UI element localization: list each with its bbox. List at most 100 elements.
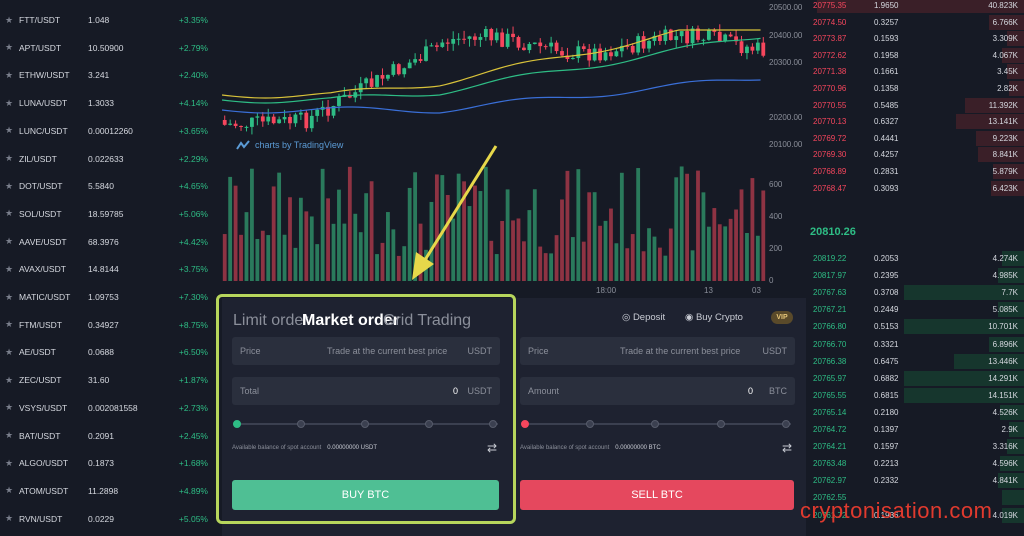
market-row[interactable]: ★ ATOM/USDT 11.2898 +4.89% [0,477,218,505]
market-row[interactable]: ★ FTM/USDT 0.34927 +8.75% [0,311,218,339]
candle-body [598,48,602,61]
market-row[interactable]: ★ DOT/USDT 5.5840 +4.65% [0,172,218,200]
sell-price-field[interactable]: Price Trade at the current best price US… [520,337,795,365]
market-price: 5.5840 [88,181,114,192]
sell-slider-handle[interactable] [521,420,529,428]
favorite-star-icon[interactable]: ★ [5,15,13,26]
favorite-star-icon[interactable]: ★ [5,208,13,219]
favorite-star-icon[interactable]: ★ [5,70,13,81]
favorite-star-icon[interactable]: ★ [5,430,13,441]
market-row[interactable]: ★ APT/USDT 10.50900 +2.79% [0,34,218,62]
book-total: 40.823K [988,1,1018,10]
bid-row[interactable]: 20764.72 0.1397 2.9K [806,421,1024,438]
book-qty: 0.2831 [874,167,899,176]
sell-slider-step-25[interactable] [586,420,594,428]
candle-body [723,34,728,42]
market-change: +2.29% [178,153,208,164]
favorite-star-icon[interactable]: ★ [5,513,13,524]
ask-row[interactable]: 20768.47 0.3093 6.423K [806,180,1024,197]
market-row[interactable]: ★ AVAX/USDT 14.8144 +3.75% [0,255,218,283]
favorite-star-icon[interactable]: ★ [5,319,13,330]
favorite-star-icon[interactable]: ★ [5,485,13,496]
market-row[interactable]: ★ ALGO/USDT 0.1873 +1.68% [0,449,218,477]
bid-row[interactable]: 20766.80 0.5153 10.701K [806,318,1024,335]
buy-crypto-link[interactable]: ◉ Buy Crypto [685,312,743,323]
bid-row[interactable]: 20817.97 0.2395 4.985K [806,267,1024,284]
price-axis: 20500.00 20400.00 20300.00 20200.00 2010… [766,0,806,295]
market-row[interactable]: ★ LUNA/USDT 1.3033 +4.14% [0,89,218,117]
market-row[interactable]: ★ MATIC/USDT 1.09753 +7.30% [0,283,218,311]
bid-row[interactable]: 20766.38 0.6475 13.446K [806,353,1024,370]
favorite-star-icon[interactable]: ★ [5,236,13,247]
candle-body [549,42,554,47]
ask-row[interactable]: 20770.55 0.5485 11.392K [806,97,1024,114]
market-row[interactable]: ★ BAT/USDT 0.2091 +2.45% [0,422,218,450]
ask-row[interactable]: 20769.72 0.4441 9.223K [806,130,1024,147]
ask-row[interactable]: 20769.30 0.4257 8.841K [806,146,1024,163]
sell-price-placeholder: Trade at the current best price [620,346,741,356]
ask-row[interactable]: 20775.35 1.9650 40.823K [806,0,1024,14]
ask-row[interactable]: 20773.87 0.1593 3.309K [806,30,1024,47]
favorite-star-icon[interactable]: ★ [5,125,13,136]
bid-row[interactable]: 20765.14 0.2180 4.526K [806,404,1024,421]
market-row[interactable]: ★ LUNC/USDT 0.00012260 +3.65% [0,117,218,145]
favorite-star-icon[interactable]: ★ [5,458,13,469]
ask-row[interactable]: 20770.96 0.1358 2.82K [806,80,1024,97]
bid-row[interactable]: 20765.97 0.6882 14.291K [806,370,1024,387]
ask-row[interactable]: 20772.62 0.1958 4.067K [806,47,1024,64]
sell-amount-field[interactable]: Amount 0 BTC [520,377,795,405]
volume-bar [652,236,657,281]
book-qty: 0.1661 [874,67,899,77]
volume-bar [592,192,597,281]
market-price: 1.09753 [88,292,119,302]
ask-row[interactable]: 20768.89 0.2831 5.879K [806,163,1024,180]
bid-row[interactable]: 20764.21 0.1597 3.316K [806,438,1024,455]
market-row[interactable]: ★ VSYS/USDT 0.002081558 +2.73% [0,394,218,422]
volume-bar [690,250,695,281]
volume-tick: 600 [769,180,783,189]
sell-percent-slider[interactable] [521,419,791,429]
favorite-star-icon[interactable]: ★ [5,98,13,109]
market-row[interactable]: ★ AE/USDT 0.0688 +6.50% [0,338,218,366]
volume-bar [228,176,233,281]
favorite-star-icon[interactable]: ★ [5,42,13,53]
candle-body [386,74,390,79]
sell-slider-step-50[interactable] [651,420,659,428]
buy-crypto-label: Buy Crypto [695,312,743,323]
bid-row[interactable]: 20762.97 0.2332 4.841K [806,472,1024,489]
market-row[interactable]: ★ AAVE/USDT 68.3976 +4.42% [0,228,218,256]
vip-badge[interactable]: VIP [771,311,793,324]
ask-row[interactable]: 20771.38 0.1661 3.45K [806,63,1024,80]
bid-row[interactable]: 20767.21 0.2449 5.085K [806,301,1024,318]
favorite-star-icon[interactable]: ★ [5,264,13,275]
favorite-star-icon[interactable]: ★ [5,347,13,358]
favorite-star-icon[interactable]: ★ [5,402,13,413]
sell-btc-button[interactable]: SELL BTC [520,480,794,510]
volume-bar [761,190,766,281]
favorite-star-icon[interactable]: ★ [5,181,13,192]
sell-slider-step-100[interactable] [782,420,790,428]
bid-row[interactable]: 20766.70 0.3321 6.896K [806,336,1024,353]
tradingview-attribution[interactable]: charts by TradingView [236,140,343,150]
volume-bar [739,189,744,281]
ask-row[interactable]: 20774.50 0.3257 6.766K [806,14,1024,31]
sell-swap-icon[interactable]: ⇄ [782,441,792,455]
bid-row[interactable]: 20765.55 0.6815 14.151K [806,387,1024,404]
ask-row[interactable]: 20770.13 0.6327 13.141K [806,113,1024,130]
bid-row[interactable]: 20763.48 0.2213 4.596K [806,455,1024,472]
market-row[interactable]: ★ ETHW/USDT 3.241 +2.40% [0,61,218,89]
favorite-star-icon[interactable]: ★ [5,153,13,164]
market-row[interactable]: ★ RVN/USDT 0.0229 +5.05% [0,505,218,533]
favorite-star-icon[interactable]: ★ [5,375,13,386]
deposit-link[interactable]: ◎ Deposit [622,312,665,323]
bid-row[interactable]: 20819.22 0.2053 4.274K [806,250,1024,267]
market-row[interactable]: ★ ZEC/USDT 31.60 +1.87% [0,366,218,394]
market-row[interactable]: ★ SOL/USDT 18.59785 +5.06% [0,200,218,228]
market-row[interactable]: ★ FTT/USDT 1.048 +3.35% [0,6,218,34]
bid-row[interactable]: 20767.63 0.3708 7.7K [806,284,1024,301]
sell-slider-step-75[interactable] [717,420,725,428]
market-row[interactable]: ★ ZIL/USDT 0.022633 +2.29% [0,145,218,173]
favorite-star-icon[interactable]: ★ [5,292,13,303]
price-tick: 20400.00 [769,31,803,40]
book-price: 20773.87 [813,34,847,44]
